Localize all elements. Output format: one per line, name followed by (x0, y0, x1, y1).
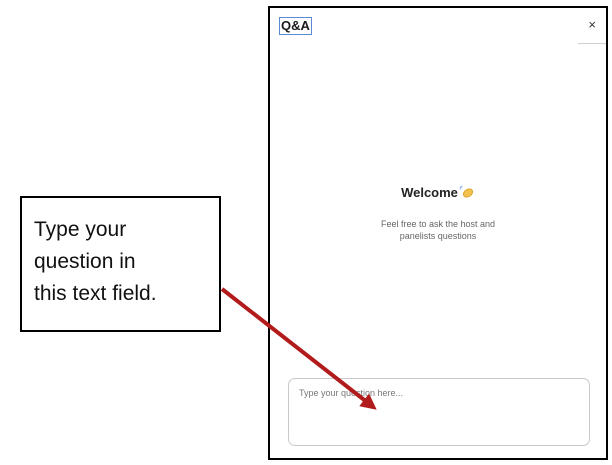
waving-hand-icon (459, 185, 473, 198)
welcome-subtitle-line: panelists questions (399, 231, 477, 241)
callout-line: Type your (34, 218, 127, 241)
question-field[interactable] (288, 378, 590, 446)
callout-line: question in (34, 250, 136, 273)
welcome-heading: Welcome (270, 184, 606, 202)
welcome-title: Welcome (401, 185, 458, 200)
welcome-block: Welcome Feel free to ask the host and pa… (270, 184, 606, 242)
welcome-subtitle-line: Feel free to ask the host and (380, 219, 496, 229)
header-divider (578, 43, 606, 44)
callout-line: this text field. (34, 282, 157, 305)
qa-panel: Q&A × Welcome Feel free to ask the host … (268, 6, 608, 460)
question-input[interactable] (299, 388, 579, 436)
callout-text: Type your question in this text field. (34, 214, 207, 310)
welcome-subtitle: Feel free to ask the host and panelists … (270, 218, 606, 242)
instruction-callout: Type your question in this text field. (20, 196, 221, 332)
close-icon[interactable]: × (588, 18, 596, 31)
qa-title: Q&A (279, 17, 312, 35)
